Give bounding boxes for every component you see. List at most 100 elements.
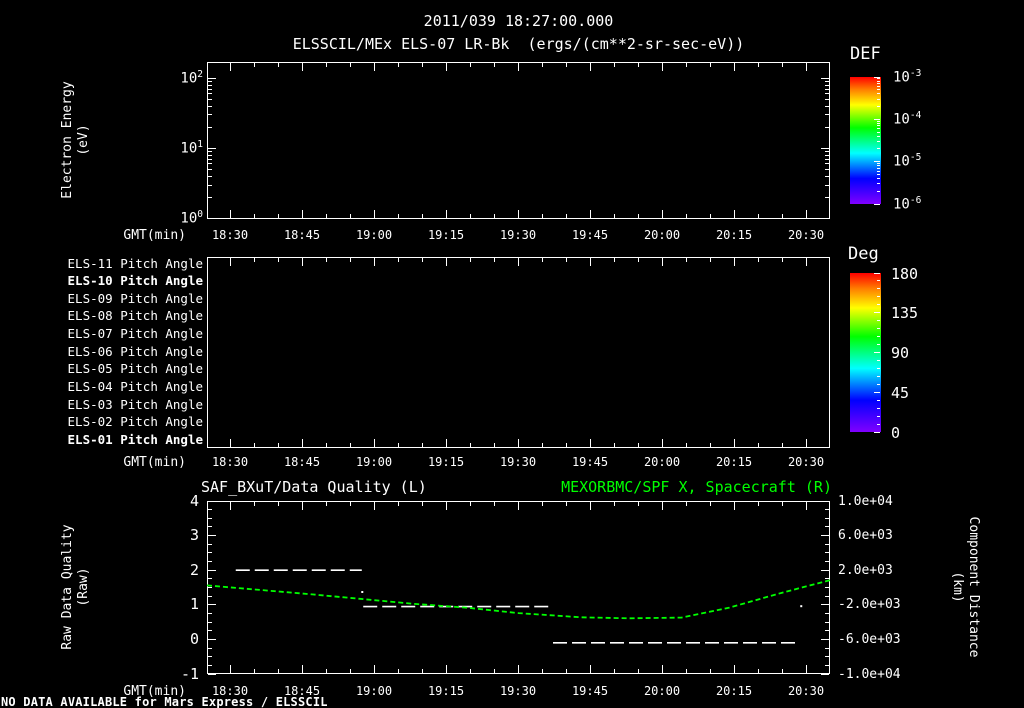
axis-tick [877, 78, 880, 79]
axis-tick [326, 258, 327, 262]
axis-tick [821, 535, 829, 536]
x-tick-label: 20:30 [787, 684, 825, 698]
axis-tick [734, 665, 735, 673]
axis-tick [302, 502, 303, 510]
axis-tick [782, 214, 783, 218]
x-tick-label: 20:30 [787, 228, 825, 242]
axis-tick [877, 191, 880, 192]
axis-tick [825, 176, 829, 177]
pitch-row-label: ELS-03 Pitch Angle [67, 397, 203, 412]
axis-tick [877, 178, 880, 179]
axis-tick [877, 328, 880, 329]
gmt-axis-label: GMT(min) [123, 684, 186, 699]
quality-point [800, 605, 803, 608]
x-tick-label: 19:15 [427, 684, 465, 698]
axis-tick [877, 125, 880, 126]
axis-tick [590, 665, 591, 673]
x-tick-label: 18:45 [283, 455, 321, 469]
axis-tick [208, 613, 212, 614]
axis-tick [877, 408, 880, 409]
axis-tick [877, 336, 880, 337]
quality-distance-series-canvas [207, 569, 830, 644]
axis-tick [398, 63, 399, 67]
axis-tick [686, 669, 687, 673]
axis-tick [686, 443, 687, 447]
axis-tick [208, 176, 212, 177]
axis-tick [825, 596, 829, 597]
axis-tick [825, 630, 829, 631]
axis-tick [470, 258, 471, 262]
axis-tick [230, 63, 231, 71]
axis-tick [278, 258, 279, 262]
axis-tick [734, 210, 735, 218]
energy-ytick-label: 101 [180, 139, 203, 157]
axis-tick [208, 169, 212, 170]
energy-axis-label-line1: Electron Energy [60, 81, 75, 199]
axis-tick [230, 502, 231, 510]
axis-tick [825, 509, 829, 510]
axis-tick [877, 136, 880, 137]
axis-tick [758, 443, 759, 447]
axis-tick [638, 258, 639, 262]
axis-tick [734, 258, 735, 266]
axis-tick [494, 669, 495, 673]
axis-tick [374, 258, 375, 266]
x-tick-label: 18:30 [211, 684, 249, 698]
def-cbtick-label: 10-3 [893, 68, 922, 86]
x-tick-label: 19:15 [427, 228, 465, 242]
axis-tick [590, 439, 591, 447]
axis-tick [302, 63, 303, 71]
axis-tick [518, 502, 519, 510]
pitch-angle-plot [207, 257, 830, 448]
axis-tick [614, 443, 615, 447]
axis-tick [350, 502, 351, 506]
axis-tick [590, 63, 591, 71]
axis-tick [326, 443, 327, 447]
axis-tick [877, 304, 880, 305]
axis-tick [208, 155, 212, 156]
axis-tick [422, 502, 423, 506]
component-distance-axis-label-line1: Component Distance [966, 516, 981, 658]
axis-tick [302, 210, 303, 218]
axis-tick [470, 443, 471, 447]
axis-tick [877, 99, 880, 100]
axis-tick [758, 669, 759, 673]
axis-tick [825, 578, 829, 579]
axis-tick [877, 416, 880, 417]
axis-tick [825, 552, 829, 553]
axis-tick [326, 669, 327, 673]
axis-tick [208, 185, 212, 186]
axis-tick [758, 63, 759, 67]
axis-tick [566, 443, 567, 447]
axis-tick [208, 674, 216, 675]
axis-tick [825, 185, 829, 186]
x-tick-label: 20:15 [715, 455, 753, 469]
axis-tick [446, 502, 447, 510]
axis-tick [806, 502, 807, 510]
axis-tick [422, 63, 423, 67]
axis-tick [254, 443, 255, 447]
axis-tick [806, 63, 807, 71]
axis-tick [877, 93, 880, 94]
axis-tick [566, 258, 567, 262]
axis-tick [877, 163, 880, 164]
axis-tick [825, 518, 829, 519]
axis-tick [208, 596, 212, 597]
x-tick-label: 19:00 [355, 455, 393, 469]
axis-tick [877, 344, 880, 345]
x-tick-label: 19:00 [355, 684, 393, 698]
axis-tick [877, 280, 880, 281]
axis-tick [230, 665, 231, 673]
pitch-row-label: ELS-05 Pitch Angle [67, 361, 203, 376]
axis-tick [542, 214, 543, 218]
energy-axis-label-line2: (eV) [76, 124, 91, 156]
axis-tick [446, 439, 447, 447]
axis-tick [518, 665, 519, 673]
axis-tick [825, 648, 829, 649]
axis-tick [518, 63, 519, 71]
axis-tick [662, 665, 663, 673]
axis-tick [638, 669, 639, 673]
axis-tick [470, 502, 471, 506]
axis-tick [208, 656, 212, 657]
x-tick-label: 19:45 [571, 228, 609, 242]
